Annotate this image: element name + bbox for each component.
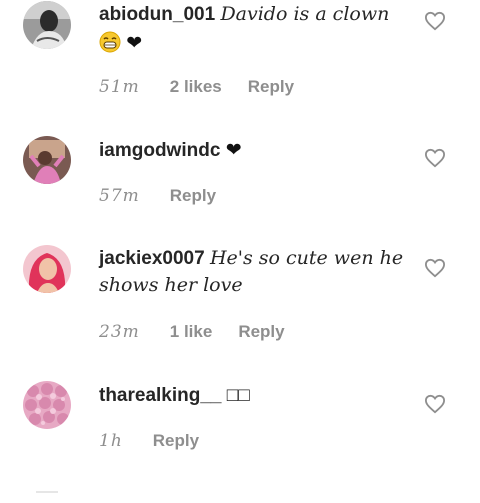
comment-body: abiodun_001 Davido is a clown ❤ [99, 1, 420, 57]
comment-text: He's so cute wen he [209, 247, 404, 269]
comment-time: 23m [99, 322, 140, 342]
reply-button[interactable]: Reply [170, 186, 216, 206]
avatar[interactable] [23, 1, 71, 49]
comment-username[interactable]: abiodun_001 [99, 4, 215, 25]
comment-username[interactable]: tharealking__ [99, 385, 222, 406]
comment-meta: 51m 2 likes Reply [99, 77, 294, 97]
comment-username[interactable]: jackiex0007 [99, 248, 205, 269]
comment-time: 1h [99, 431, 123, 451]
comment-text-continued: shows her love [99, 274, 243, 296]
grinning-face-emoji-icon [99, 31, 121, 53]
avatar[interactable] [23, 136, 71, 184]
comment-username[interactable]: iamgodwindc [99, 140, 220, 161]
comment-time: 51m [99, 77, 140, 97]
avatar[interactable] [23, 245, 71, 293]
reply-button[interactable]: Reply [248, 77, 294, 97]
comment-body: jackiex0007 He's so cute wen he shows he… [99, 245, 420, 299]
heart-emoji: ❤ [126, 32, 143, 54]
comment-time: 57m [99, 186, 140, 206]
comment-body: tharealking__ □□ [99, 382, 420, 409]
comment-text: Davido is a clown [220, 3, 390, 25]
heart-outline-icon[interactable] [424, 394, 446, 414]
heart-outline-icon[interactable] [424, 11, 446, 31]
comment-likes[interactable]: 2 likes [170, 77, 222, 97]
heart-outline-icon[interactable] [424, 258, 446, 278]
heart-emoji: ❤ [225, 139, 242, 161]
comment-text: □□ [226, 385, 250, 406]
comment-meta: 23m 1 like Reply [99, 322, 285, 342]
avatar[interactable] [23, 381, 71, 429]
comment-body: iamgodwindc ❤ [99, 137, 420, 164]
scroll-divider [36, 491, 58, 493]
comment-meta: 57m Reply [99, 186, 216, 206]
comment-likes[interactable]: 1 like [170, 322, 213, 342]
comment-meta: 1h Reply [99, 431, 199, 451]
heart-outline-icon[interactable] [424, 148, 446, 168]
reply-button[interactable]: Reply [238, 322, 284, 342]
reply-button[interactable]: Reply [153, 431, 199, 451]
